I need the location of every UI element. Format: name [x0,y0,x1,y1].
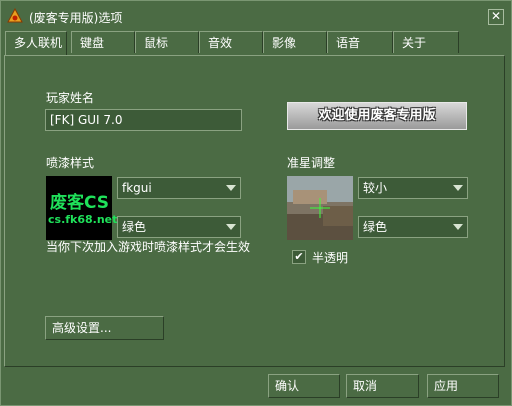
chevron-down-icon [453,224,463,230]
options-dialog: (废客专用版)选项 ✕ 多人联机 键盘 鼠标 音效 影像 语音 关于 玩家姓名 … [0,0,512,406]
spray-preview: 废客CS cs.fk68.net [46,176,117,240]
title-bar: (废客专用版)选项 ✕ [1,1,511,31]
ok-button[interactable]: 确认 [268,374,340,398]
welcome-banner: 欢迎使用废客专用版 [287,102,467,130]
chevron-down-icon [226,185,236,191]
window-title: (废客专用版)选项 [29,11,123,25]
crosshair-size-select[interactable]: 较小 [358,177,468,199]
tab-about[interactable]: 关于 [393,31,459,53]
cs-logo-icon [7,8,23,23]
spray-preview-title: 废客CS [50,193,110,213]
tab-label: 键盘 [80,36,105,50]
spray-color-value: 绿色 [122,220,147,234]
crosshair-color-select[interactable]: 绿色 [358,216,468,238]
crosshair-color-value: 绿色 [363,220,388,234]
apply-button[interactable]: 应用 [427,374,499,398]
tab-label: 鼠标 [144,36,169,50]
crosshair-preview [287,176,353,240]
advanced-settings-button[interactable]: 高级设置... [45,316,164,340]
translucent-label: 半透明 [312,251,349,265]
player-name-input[interactable]: [FK] GUI 7.0 [45,109,242,131]
tab-label: 音效 [208,36,233,50]
cancel-button[interactable]: 取消 [346,374,419,398]
spray-style-label: 喷漆样式 [46,156,95,170]
chevron-down-icon [226,224,236,230]
tab-label: 语音 [336,36,361,50]
player-name-label: 玩家姓名 [46,91,95,105]
crosshair-size-value: 较小 [363,181,388,195]
chevron-down-icon [453,185,463,191]
tab-keyboard[interactable]: 键盘 [71,31,135,53]
spray-style-value: fkgui [122,181,152,195]
tab-multiplayer[interactable]: 多人联机 [5,31,67,55]
close-button[interactable]: ✕ [488,9,504,25]
translucent-checkbox[interactable]: ✔ [292,250,306,264]
spray-color-select[interactable]: 绿色 [117,216,241,238]
tab-video[interactable]: 影像 [263,31,327,53]
spray-note: 当你下次加入游戏时喷漆样式才会生效 [46,240,251,254]
tab-audio[interactable]: 音效 [199,31,263,53]
spray-preview-url: cs.fk68.net [48,213,118,226]
tab-voice[interactable]: 语音 [327,31,393,53]
tab-label: 多人联机 [14,36,63,50]
checkmark-icon: ✔ [294,250,304,263]
crosshair-label: 准星调整 [287,156,336,170]
close-icon: ✕ [490,9,502,23]
tab-mouse[interactable]: 鼠标 [135,31,199,53]
spray-style-select[interactable]: fkgui [117,177,241,199]
tab-label: 关于 [402,36,427,50]
tab-label: 影像 [272,36,297,50]
